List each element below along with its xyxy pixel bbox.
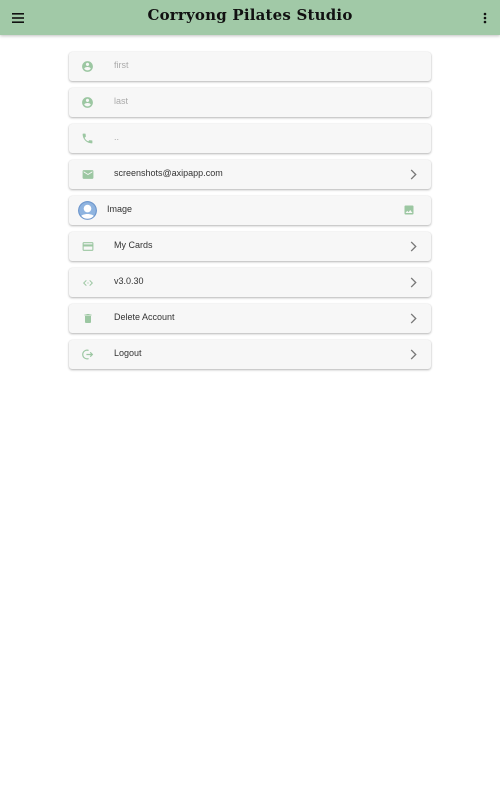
- account-circle-icon: [79, 94, 96, 111]
- my-cards-row[interactable]: My Cards: [69, 232, 431, 261]
- image-label: Image: [107, 204, 133, 214]
- delete-account-row[interactable]: Delete Account: [69, 304, 431, 333]
- avatar-icon: [78, 201, 97, 220]
- more-vert-icon: [483, 12, 487, 24]
- my-cards-label: My Cards: [114, 240, 153, 250]
- logout-label: Logout: [114, 348, 142, 358]
- last-name-input[interactable]: last: [114, 96, 128, 106]
- chevron-right-icon: [407, 348, 419, 360]
- app-title: Corryong Pilates Studio: [147, 6, 353, 24]
- image-icon[interactable]: [403, 204, 415, 216]
- chevron-right-icon: [407, 168, 419, 180]
- first-name-input[interactable]: first: [114, 60, 129, 70]
- phone-field[interactable]: ..: [69, 124, 431, 153]
- phone-icon: [79, 130, 96, 147]
- first-name-field[interactable]: first: [69, 52, 431, 81]
- logout-icon: [79, 346, 96, 363]
- trash-icon: [79, 310, 96, 327]
- more-options-button[interactable]: [478, 7, 492, 29]
- email-value: screenshots@axipapp.com: [114, 168, 223, 178]
- logout-row[interactable]: Logout: [69, 340, 431, 369]
- version-value: v3.0.30: [114, 276, 144, 286]
- credit-card-icon: [79, 238, 96, 255]
- delete-account-label: Delete Account: [114, 312, 175, 322]
- chevron-right-icon: [407, 276, 419, 288]
- chevron-right-icon: [407, 312, 419, 324]
- phone-input[interactable]: ..: [114, 132, 119, 142]
- email-icon: [79, 166, 96, 183]
- image-row[interactable]: Image: [69, 196, 431, 225]
- version-row[interactable]: v3.0.30: [69, 268, 431, 297]
- code-icon: [79, 274, 96, 291]
- email-row[interactable]: screenshots@axipapp.com: [69, 160, 431, 189]
- chevron-right-icon: [407, 240, 419, 252]
- profile-list: first last .. screenshots@axipapp.com Im…: [69, 52, 431, 376]
- last-name-field[interactable]: last: [69, 88, 431, 117]
- app-bar: Corryong Pilates Studio: [0, 0, 500, 35]
- account-circle-icon: [79, 58, 96, 75]
